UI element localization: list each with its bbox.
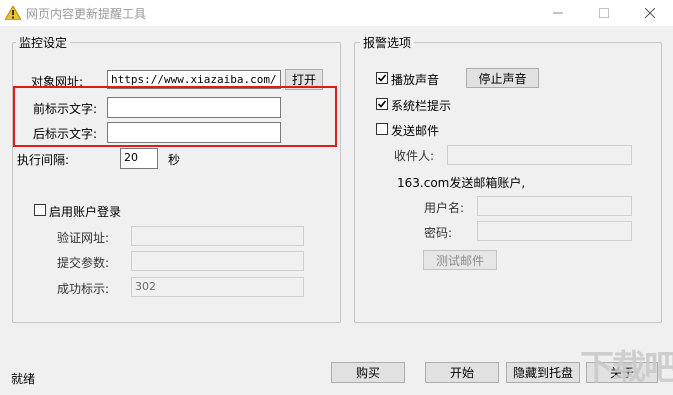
success-flag-label: 成功标示: — [57, 282, 110, 296]
stop-sound-button[interactable]: 停止声音 — [466, 68, 539, 88]
play-sound-checkbox[interactable] — [376, 72, 388, 84]
test-mail-button[interactable]: 测试邮件 — [423, 250, 497, 270]
monitor-settings-group-label: 监控设定 — [16, 34, 71, 51]
window-title: 网页内容更新提醒工具 — [26, 7, 147, 21]
maximize-icon — [599, 8, 609, 18]
status-text: 就绪 — [11, 372, 36, 386]
account-login-checkbox[interactable] — [34, 204, 46, 216]
minimize-button[interactable] — [535, 0, 581, 26]
submit-params-input[interactable] — [131, 251, 304, 271]
recipient-input[interactable] — [447, 145, 632, 165]
tray-tip-checkbox[interactable] — [376, 98, 388, 110]
send-mail-label[interactable]: 发送邮件 — [391, 122, 439, 139]
username-input[interactable] — [477, 196, 632, 216]
account-login-label[interactable]: 启用账户登录 — [49, 203, 121, 220]
sender-account-label: 163.com发送邮箱账户, — [397, 176, 526, 190]
alarm-options-group-label: 报警选项 — [360, 34, 415, 51]
interval-input[interactable]: 20 — [120, 148, 158, 169]
minimize-icon — [553, 12, 563, 14]
submit-params-label: 提交参数: — [57, 256, 110, 270]
close-icon — [645, 8, 655, 18]
play-sound-label[interactable]: 播放声音 — [391, 71, 439, 88]
hide-to-tray-button[interactable]: 隐藏到托盘 — [506, 362, 580, 383]
interval-label: 执行间隔: — [17, 153, 70, 167]
maximize-button[interactable] — [581, 0, 627, 26]
verify-url-input[interactable] — [131, 226, 304, 246]
password-input[interactable] — [477, 221, 632, 241]
tray-tip-label[interactable]: 系统栏提示 — [391, 97, 451, 114]
site-watermark: 下载吧 — [580, 348, 673, 388]
checkmark-icon — [377, 100, 387, 108]
highlight-annotation-box — [13, 86, 337, 147]
close-button[interactable] — [627, 0, 673, 26]
checkmark-icon — [377, 74, 387, 82]
start-button[interactable]: 开始 — [425, 362, 499, 383]
buy-button[interactable]: 购买 — [331, 362, 405, 383]
verify-url-label: 验证网址: — [57, 231, 110, 245]
success-flag-input[interactable]: 302 — [131, 277, 304, 297]
username-label: 用户名: — [424, 201, 465, 215]
warning-app-icon — [4, 4, 22, 21]
interval-unit-label: 秒 — [168, 153, 181, 167]
recipient-label: 收件人: — [394, 149, 435, 163]
password-label: 密码: — [424, 226, 453, 240]
send-mail-checkbox[interactable] — [376, 123, 388, 135]
